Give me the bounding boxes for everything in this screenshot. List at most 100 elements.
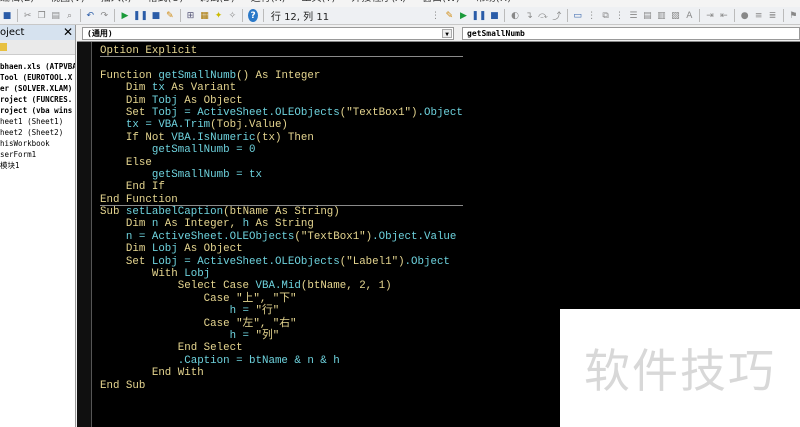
bookmark-icon[interactable]: ⚑ [788,9,798,22]
toolbar-grip[interactable]: ⋮ [431,9,441,22]
reset-icon[interactable]: ■ [489,9,499,22]
step-into-icon[interactable]: ↴ [524,9,534,22]
align-icon[interactable]: ⧉ [601,9,611,22]
step-over-icon[interactable]: ⤼ [538,9,548,22]
comment-block-icon[interactable]: ≡ [754,9,764,22]
complete-word-icon[interactable]: A [684,9,694,22]
redo-icon[interactable]: ↷ [99,9,109,22]
code-line: Option Explicit [100,45,463,58]
tree-item[interactable]: roject (vba wins [0,105,75,116]
undo-icon[interactable]: ↶ [85,9,95,22]
code-token: .Caption = btName & n & h [100,354,340,367]
step-out-icon[interactable]: ⤴ [552,9,562,22]
menu-item[interactable]: 外接程序(A) [351,0,406,4]
code-line: n = ActiveSheet.OLEObjects("TextBox1").O… [100,231,463,243]
menu-item[interactable]: 插入(I) [101,0,132,4]
tree-item[interactable]: 模块1 [0,160,75,171]
menu-item[interactable]: 调试(D) [199,0,235,4]
separator [733,9,735,22]
project-explorer-title-bar: oject ✕ [0,25,75,40]
code-token: ("TextBox1") [294,230,373,243]
code-token: Lobj = ActiveSheet.OLEObjects [151,255,340,268]
indent-icon[interactable]: ⇥ [705,9,715,22]
toolbar-grip[interactable]: ⋮ [587,9,597,22]
list-constants-icon[interactable]: ▤ [642,9,652,22]
properties-icon[interactable]: ▦ [200,9,210,22]
chevron-down-icon[interactable]: ▼ [442,29,452,38]
menu-item[interactable]: 编辑(E) [0,0,34,4]
code-token: VBA.IsNumeric [171,131,256,144]
code-token: End Select [100,342,243,355]
separator [242,9,244,22]
code-token: () As Integer [236,69,321,82]
procedure-dropdown[interactable]: getSmallNumb [462,27,800,40]
code-editor[interactable]: Option Explicit Function getSmallNumb() A… [100,45,463,392]
code-line: Select Case VBA.Mid(btName, 2, 1) [100,280,463,292]
code-line: If Not VBA.IsNumeric(tx) Then [100,132,463,144]
tree-item[interactable]: bhaen.xls (ATPVBA [0,61,75,72]
save-icon[interactable]: ■ [2,9,12,22]
project-explorer: oject ✕ bhaen.xls (ATPVBA Tool (EUROTOOL.… [0,25,76,427]
code-token: Dim [100,82,152,95]
toolbar-grip[interactable]: ⋮ [615,9,625,22]
code-token: .Object [417,106,463,119]
tree-item[interactable]: Tool (EUROTOOL.X [0,72,75,83]
design-mode-icon[interactable]: ✎ [444,9,454,22]
code-window-header: (通用) ▼ getSmallNumb [77,25,800,42]
menu-item[interactable]: 工具(T) [302,0,336,4]
code-token: End With [100,367,204,380]
code-line: tx = VBA.Trim(Tobj.Value) [100,119,463,131]
paste-icon[interactable]: ▤ [51,9,61,22]
tree-item[interactable]: roject (FUNCRES. [0,94,75,105]
code-token: With [100,268,185,281]
tree-item[interactable]: heet2 (Sheet2) [0,127,75,138]
folder-icon[interactable] [0,43,7,51]
close-icon[interactable]: ✕ [63,26,73,38]
separator [566,9,568,22]
cut-icon[interactable]: ✂ [23,9,33,22]
margin-indicator-bar[interactable] [77,42,92,427]
quick-info-icon[interactable]: ▥ [656,9,666,22]
toggle-breakpoint-icon[interactable]: ◐ [510,9,520,22]
run-icon[interactable]: ▶ [120,9,130,22]
tree-item[interactable]: heet1 (Sheet1) [0,116,75,127]
break-icon[interactable]: ❚❚ [471,9,486,22]
watermark: 软件技巧 [560,309,800,427]
object-browser-icon[interactable]: ✦ [214,9,224,22]
tree-item[interactable]: er (SOLVER.XLAM) [0,83,75,94]
toolbox-icon[interactable]: ✧ [227,9,237,22]
design-mode-icon[interactable]: ✎ [165,9,175,22]
code-line: End Select [100,342,463,354]
code-token: If Not [100,131,172,144]
watermark-text: 软件技巧 [584,344,776,398]
reset-icon[interactable]: ■ [151,9,161,22]
code-token: (btName, 2, 1) [300,280,392,293]
project-explorer-title: oject [0,27,25,38]
menu-item[interactable]: 运行(R) [251,0,286,4]
uncomment-block-icon[interactable]: ≣ [768,9,778,22]
code-token: VBA.Mid [255,280,301,293]
object-dropdown[interactable]: (通用) ▼ [82,27,454,40]
help-icon[interactable]: ? [248,9,259,22]
project-explorer-icon[interactable]: ⊞ [186,9,196,22]
locals-window-icon[interactable]: ▭ [573,9,583,22]
code-token: Tobj = ActiveSheet.OLEObjects [151,106,340,119]
outdent-icon[interactable]: ⇤ [719,9,729,22]
menu-item[interactable]: 帮助(H) [476,0,511,4]
find-icon[interactable]: ⌕ [65,9,75,22]
code-line: h = "列" [100,330,463,342]
list-properties-icon[interactable]: ☰ [628,9,638,22]
parameter-info-icon[interactable]: ▧ [670,9,680,22]
menu-item[interactable]: 窗口(W) [422,0,460,4]
tree-item[interactable]: hisWorkbook [0,138,75,149]
toggle-breakpoint-icon[interactable]: ● [740,9,750,22]
code-token: "列" [255,329,280,342]
break-icon[interactable]: ❚❚ [133,9,148,22]
standard-toolbar: ■ ✂ ❐ ▤ ⌕ ↶ ↷ ▶ ❚❚ ■ ✎ ⊞ ▦ ✦ ✧ ? 行 12, 列… [0,7,800,25]
menu-item[interactable]: 视图(V) [50,0,85,4]
copy-icon[interactable]: ❐ [37,9,47,22]
tree-item[interactable]: serForm1 [0,149,75,160]
menu-item[interactable]: 格式(O) [148,0,184,4]
code-token: Option Explicit [100,45,198,57]
run-icon[interactable]: ▶ [458,9,468,22]
